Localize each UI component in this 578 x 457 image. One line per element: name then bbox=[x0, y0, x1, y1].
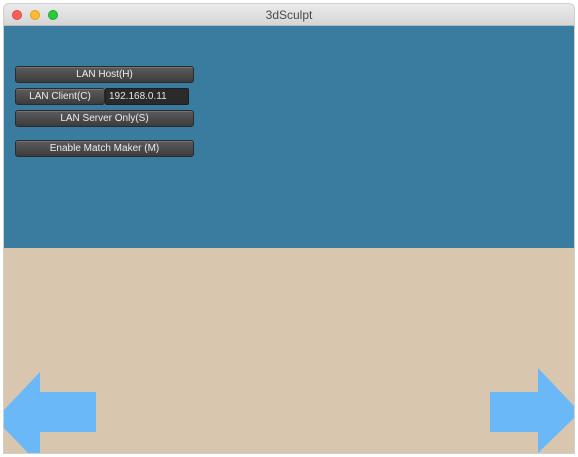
right-arrow-icon[interactable] bbox=[490, 368, 574, 453]
sky-background bbox=[4, 26, 574, 248]
title-bar: 3dSculpt bbox=[4, 4, 574, 26]
window-title: 3dSculpt bbox=[265, 8, 313, 22]
app-window: 3dSculpt LAN Host(H) LAN Client(C) 192.1… bbox=[4, 4, 574, 453]
lan-client-button[interactable]: LAN Client(C) bbox=[15, 88, 105, 105]
lan-server-only-button[interactable]: LAN Server Only(S) bbox=[15, 110, 194, 127]
client-address-input[interactable]: 192.168.0.11 bbox=[105, 88, 189, 105]
left-arrow-icon[interactable] bbox=[4, 368, 96, 453]
game-viewport[interactable]: LAN Host(H) LAN Client(C) 192.168.0.11 L… bbox=[4, 26, 574, 453]
lan-host-button[interactable]: LAN Host(H) bbox=[15, 66, 194, 83]
enable-match-maker-button[interactable]: Enable Match Maker (M) bbox=[15, 140, 194, 157]
